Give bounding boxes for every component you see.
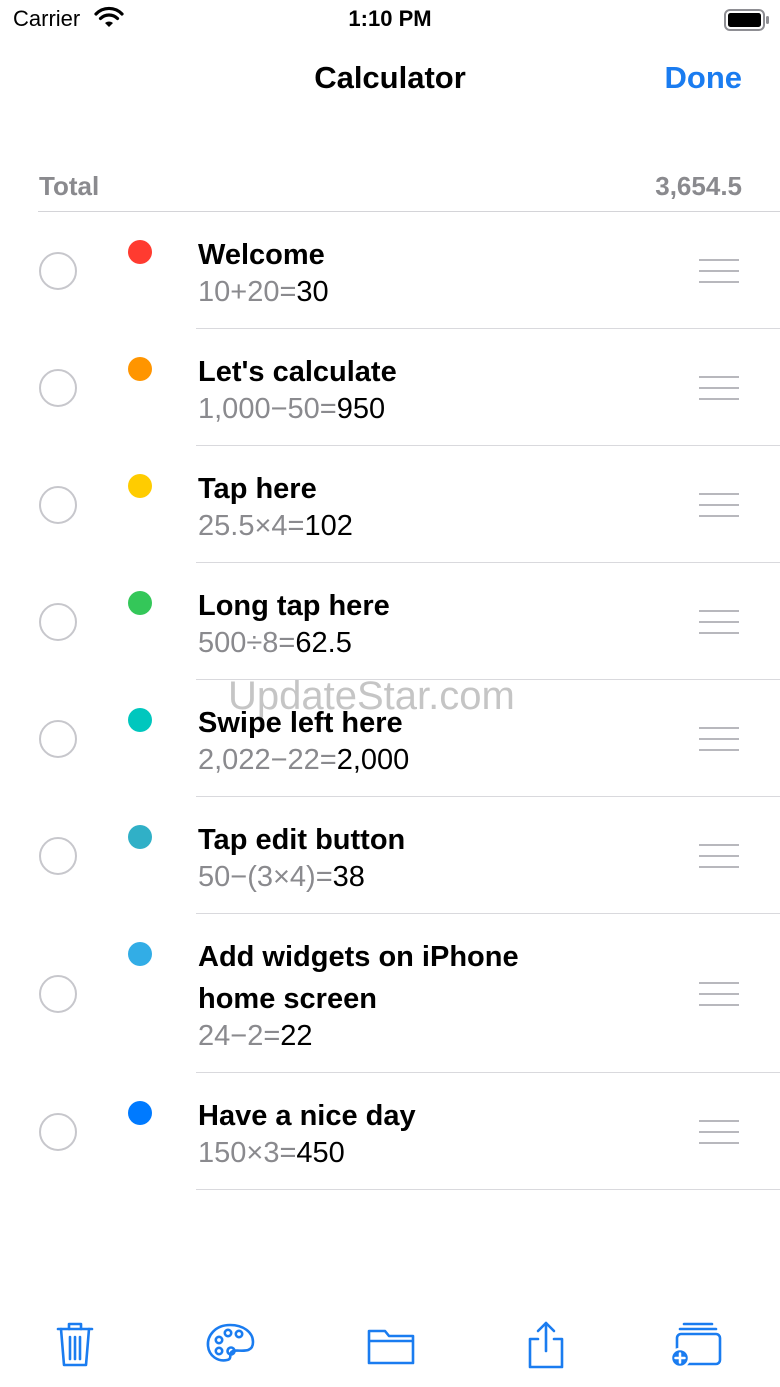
color-dot xyxy=(128,357,152,381)
expression-result: 62.5 xyxy=(295,627,352,659)
expression-result: 450 xyxy=(296,1137,345,1169)
expression-input: 500÷8= xyxy=(198,627,296,659)
list-item[interactable]: Swipe left here 2,022−22=2,000 xyxy=(0,680,780,797)
expression-result: 2,000 xyxy=(336,744,410,776)
expression-input: 24−2= xyxy=(198,1020,281,1052)
done-button[interactable]: Done xyxy=(665,60,743,96)
select-circle[interactable] xyxy=(39,836,77,875)
item-expression: 50−(3×4)=38 xyxy=(198,859,365,895)
palette-icon[interactable] xyxy=(200,1315,260,1375)
color-dot xyxy=(128,591,152,615)
expression-input: 50−(3×4)= xyxy=(198,861,333,893)
reorder-handle-icon[interactable] xyxy=(699,375,739,400)
select-circle[interactable] xyxy=(39,719,77,758)
add-sheet-icon[interactable] xyxy=(668,1315,728,1375)
folder-icon[interactable] xyxy=(361,1315,421,1375)
trash-icon[interactable] xyxy=(45,1315,105,1375)
share-icon[interactable] xyxy=(516,1315,576,1375)
select-circle[interactable] xyxy=(39,602,77,641)
item-expression: 2,022−22=2,000 xyxy=(198,742,409,778)
color-dot xyxy=(128,825,152,849)
expression-input: 10+20= xyxy=(198,276,297,308)
status-bar: Carrier 1:10 PM xyxy=(0,0,780,40)
bottom-toolbar xyxy=(0,1315,780,1375)
color-dot xyxy=(128,1101,152,1125)
reorder-handle-icon[interactable] xyxy=(699,726,739,751)
color-dot xyxy=(128,240,152,264)
select-circle[interactable] xyxy=(39,251,77,290)
item-title: Tap here xyxy=(198,473,317,505)
list-item[interactable]: Long tap here 500÷8=62.5 xyxy=(0,563,780,680)
item-expression: 500÷8=62.5 xyxy=(198,625,352,661)
expression-input: 2,022−22= xyxy=(198,744,337,776)
expression-result: 30 xyxy=(296,276,329,308)
item-expression: 150×3=450 xyxy=(198,1135,345,1171)
item-expression: 1,000−50=950 xyxy=(198,391,385,427)
list-item[interactable]: Have a nice day 150×3=450 xyxy=(0,1073,780,1190)
item-title: Long tap here xyxy=(198,590,390,622)
list-item[interactable]: Let's calculate 1,000−50=950 xyxy=(0,329,780,446)
item-title: Welcome xyxy=(198,239,325,271)
battery-icon xyxy=(724,9,770,36)
select-circle[interactable] xyxy=(39,1112,77,1151)
expression-result: 22 xyxy=(280,1020,313,1052)
expression-input: 150×3= xyxy=(198,1137,297,1169)
total-label: Total xyxy=(39,171,100,201)
item-expression: 24−2=22 xyxy=(198,1018,313,1054)
calculation-list: Welcome 10+20=30 Let's calculate 1,000−5… xyxy=(0,212,780,1190)
item-title: Tap edit button xyxy=(198,824,406,856)
divider xyxy=(196,1189,780,1190)
reorder-handle-icon[interactable] xyxy=(699,492,739,517)
item-expression: 25.5×4=102 xyxy=(198,508,353,544)
list-item[interactable]: Add widgets on iPhone home screen 24−2=2… xyxy=(0,914,780,1073)
item-title: Have a nice day xyxy=(198,1100,416,1132)
expression-input: 25.5×4= xyxy=(198,510,305,542)
color-dot xyxy=(128,708,152,732)
reorder-handle-icon[interactable] xyxy=(699,981,739,1006)
select-circle[interactable] xyxy=(39,368,77,407)
select-circle[interactable] xyxy=(39,485,77,524)
reorder-handle-icon[interactable] xyxy=(699,609,739,634)
color-dot xyxy=(128,474,152,498)
item-title: Add widgets on iPhone home screen xyxy=(198,941,519,1015)
clock: 1:10 PM xyxy=(348,6,432,31)
select-circle[interactable] xyxy=(39,974,77,1013)
expression-result: 102 xyxy=(304,510,353,542)
expression-result: 38 xyxy=(332,861,365,893)
item-title: Swipe left here xyxy=(198,707,403,739)
total-value: 3,654.5 xyxy=(655,171,742,201)
page-title: Calculator xyxy=(314,60,466,95)
reorder-handle-icon[interactable] xyxy=(699,258,739,283)
item-title: Let's calculate xyxy=(198,356,397,388)
list-item[interactable]: Welcome 10+20=30 xyxy=(0,212,780,329)
list-item[interactable]: Tap edit button 50−(3×4)=38 xyxy=(0,797,780,914)
expression-result: 950 xyxy=(336,393,386,425)
item-expression: 10+20=30 xyxy=(198,274,329,310)
expression-input: 1,000−50= xyxy=(198,393,337,425)
reorder-handle-icon[interactable] xyxy=(699,1119,739,1144)
reorder-handle-icon[interactable] xyxy=(699,843,739,868)
color-dot xyxy=(128,942,152,966)
list-item[interactable]: Tap here 25.5×4=102 xyxy=(0,446,780,563)
